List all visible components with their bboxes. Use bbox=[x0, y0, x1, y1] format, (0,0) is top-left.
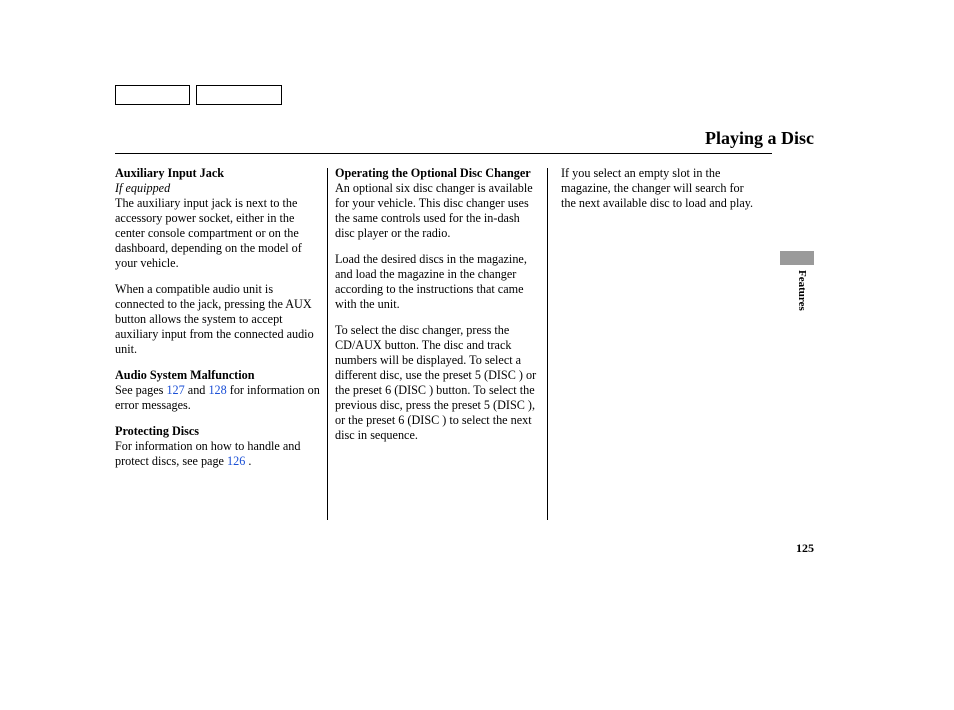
top-box-2 bbox=[196, 85, 282, 105]
text-protect-discs: For information on how to handle and pro… bbox=[115, 439, 301, 468]
disc-changer-paragraph-1: An optional six disc changer is availabl… bbox=[335, 181, 533, 240]
heading-protecting-discs: Protecting Discs bbox=[115, 424, 199, 438]
heading-aux-jack: Auxiliary Input Jack bbox=[115, 166, 224, 180]
column-separator-2 bbox=[547, 168, 548, 520]
link-page-127[interactable]: 127 bbox=[166, 383, 184, 397]
text-see-pages: See pages bbox=[115, 383, 166, 397]
aux-jack-paragraph-1: The auxiliary input jack is next to the … bbox=[115, 196, 302, 270]
protecting-discs-section: Protecting Discs For information on how … bbox=[115, 424, 321, 469]
columns: Auxiliary Input Jack If equipped The aux… bbox=[115, 166, 775, 480]
section-tab-marker bbox=[780, 251, 814, 265]
title-rule bbox=[115, 153, 772, 154]
page-container bbox=[115, 85, 815, 117]
section-tab-label: Features bbox=[796, 270, 808, 311]
disc-changer-section: Operating the Optional Disc Changer An o… bbox=[335, 166, 541, 241]
link-page-126[interactable]: 126 bbox=[227, 454, 245, 468]
page-number: 125 bbox=[796, 541, 814, 556]
heading-audio-malfunction: Audio System Malfunction bbox=[115, 368, 255, 382]
heading-disc-changer: Operating the Optional Disc Changer bbox=[335, 166, 531, 180]
column-separator-1 bbox=[327, 168, 328, 520]
page-title: Playing a Disc bbox=[705, 128, 814, 149]
text-period: . bbox=[245, 454, 251, 468]
empty-slot-paragraph: If you select an empty slot in the magaz… bbox=[561, 166, 761, 211]
link-page-128[interactable]: 128 bbox=[208, 383, 226, 397]
aux-jack-section: Auxiliary Input Jack If equipped The aux… bbox=[115, 166, 321, 271]
aux-jack-paragraph-2: When a compatible audio unit is connecte… bbox=[115, 282, 321, 357]
top-box-1 bbox=[115, 85, 190, 105]
subheading-if-equipped: If equipped bbox=[115, 181, 170, 195]
top-boxes bbox=[115, 85, 815, 105]
column-1: Auxiliary Input Jack If equipped The aux… bbox=[115, 166, 335, 480]
disc-changer-paragraph-2: Load the desired discs in the magazine, … bbox=[335, 252, 541, 312]
audio-malfunction-section: Audio System Malfunction See pages 127 a… bbox=[115, 368, 321, 413]
column-3: If you select an empty slot in the magaz… bbox=[555, 166, 775, 480]
disc-changer-paragraph-3: To select the disc changer, press the CD… bbox=[335, 323, 541, 443]
text-and: and bbox=[185, 383, 209, 397]
column-2: Operating the Optional Disc Changer An o… bbox=[335, 166, 555, 480]
